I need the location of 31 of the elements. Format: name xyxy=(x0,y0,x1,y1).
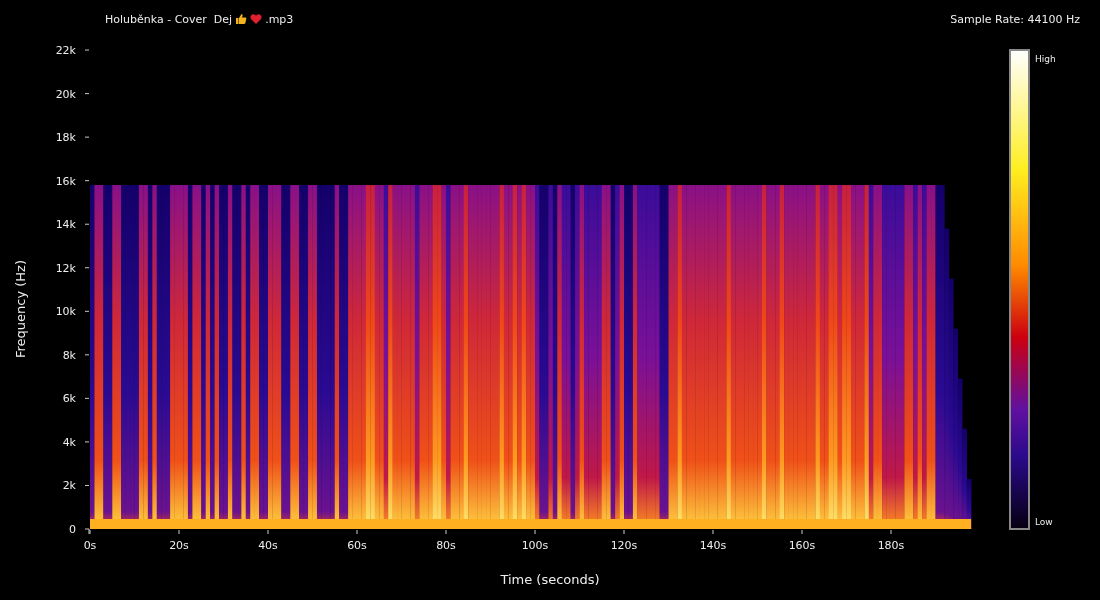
x-tick-label: 120s xyxy=(610,539,638,552)
x-tick-label: 60s xyxy=(347,539,367,552)
y-axis-title: Frequency (Hz) xyxy=(13,260,28,358)
y-tick-label: 18k xyxy=(55,131,76,145)
low-label: Low xyxy=(1035,517,1053,527)
x-tick-label: 80s xyxy=(436,539,456,552)
y-tick-label: 8k xyxy=(62,348,76,362)
thumbs-up-icon xyxy=(235,13,248,25)
y-tick-label: 6k xyxy=(62,392,76,406)
x-tick-label: 140s xyxy=(699,539,727,552)
sample-rate: Sample Rate: 44100 Hz xyxy=(950,12,1080,26)
x-tick-label: 160s xyxy=(788,539,816,552)
x-tick-label: 180s xyxy=(877,539,905,552)
x-tick-label: 0s xyxy=(83,539,97,552)
x-axis-title: Time (seconds) xyxy=(500,572,600,587)
y-tick-label: 22k xyxy=(55,44,76,58)
file-extension: .mp3 xyxy=(265,12,294,26)
y-tick-label: 12k xyxy=(55,261,76,275)
x-tick-label: 100s xyxy=(521,539,549,552)
y-tick-label: 14k xyxy=(55,218,76,232)
x-tick-label: 40s xyxy=(258,539,278,552)
x-tick-label: 20s xyxy=(169,539,189,552)
file-title: Holuběnka - Cover Dej xyxy=(105,12,233,26)
y-tick-label: 16k xyxy=(55,174,76,188)
y-tick-label: 2k xyxy=(62,479,76,493)
heart-icon xyxy=(250,13,263,25)
y-tick-label: 20k xyxy=(55,87,76,101)
y-tick-label: 4k xyxy=(62,435,76,449)
y-tick-label: 0 xyxy=(69,523,76,536)
high-label: High xyxy=(1035,54,1056,64)
y-tick-label: 10k xyxy=(55,305,76,319)
